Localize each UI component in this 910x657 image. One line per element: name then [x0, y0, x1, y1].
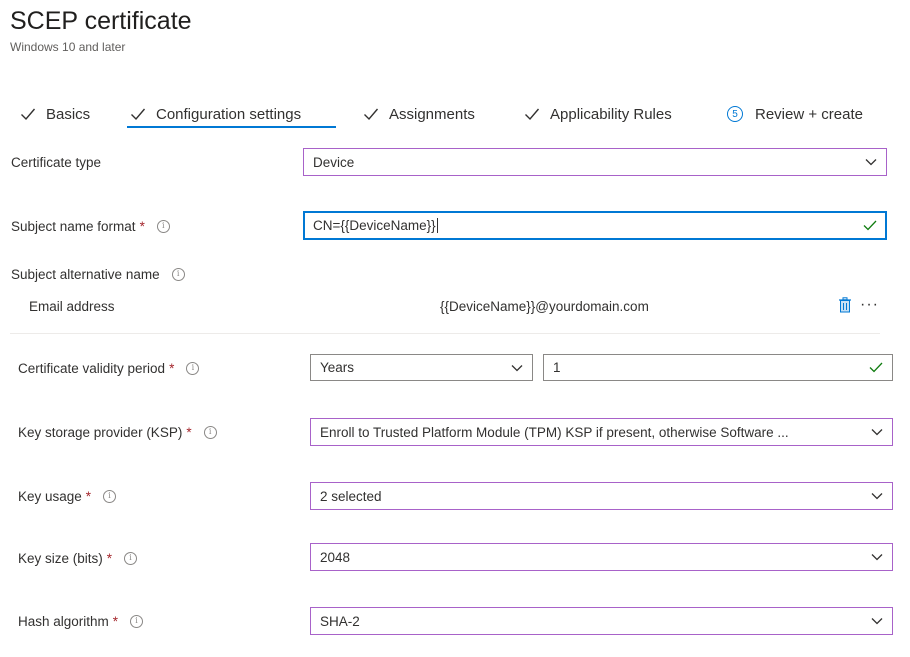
chevron-down-icon: [871, 554, 883, 561]
info-icon[interactable]: i: [171, 267, 185, 281]
page-subtitle: Windows 10 and later: [10, 40, 126, 54]
checkmark-icon: [869, 362, 883, 373]
more-options-button[interactable]: ···: [860, 297, 879, 313]
key-size-dropdown[interactable]: 2048: [310, 543, 893, 571]
tab-label: Assignments: [389, 105, 475, 123]
san-value: {{DeviceName}}@yourdomain.com: [440, 298, 649, 314]
certificate-type-dropdown[interactable]: Device: [303, 148, 887, 176]
info-icon[interactable]: i: [203, 425, 217, 439]
checkmark-icon: [525, 108, 540, 121]
san-attribute: Email address: [29, 298, 115, 314]
checkmark-icon: [21, 108, 36, 121]
tab-label: Basics: [46, 105, 91, 123]
ksp-label: Key storage provider (KSP) * i: [18, 423, 217, 441]
tab-applicability-rules[interactable]: Applicability Rules: [524, 101, 672, 127]
tab-assignments[interactable]: Assignments: [363, 101, 475, 127]
tab-review-create[interactable]: 5 Review + create: [727, 101, 863, 127]
subject-name-format-input[interactable]: CN={{DeviceName}}: [303, 211, 887, 240]
validity-value-input[interactable]: 1: [543, 354, 893, 381]
subject-alternative-name-label: Subject alternative name i: [11, 265, 185, 283]
chevron-down-icon: [871, 493, 883, 500]
key-size-value: 2048: [320, 549, 351, 565]
info-icon[interactable]: i: [156, 219, 170, 233]
validity-unit-dropdown[interactable]: Years: [310, 354, 533, 381]
page-title: SCEP certificate: [10, 7, 192, 35]
section-divider: [10, 333, 880, 334]
trash-icon[interactable]: [838, 297, 852, 313]
required-indicator: *: [139, 218, 145, 234]
tab-label: Configuration settings: [156, 105, 302, 123]
key-usage-value: 2 selected: [320, 488, 382, 504]
hash-algorithm-label: Hash algorithm * i: [18, 612, 144, 630]
text-cursor: [436, 218, 438, 234]
subject-name-format-value: CN={{DeviceName}}: [313, 217, 436, 233]
checkmark-icon: [131, 108, 146, 121]
chevron-down-icon: [871, 618, 883, 625]
checkmark-icon: [863, 220, 877, 231]
info-icon[interactable]: i: [130, 614, 144, 628]
chevron-down-icon: [511, 364, 523, 371]
key-usage-label: Key usage * i: [18, 487, 117, 505]
chevron-down-icon: [865, 159, 877, 166]
certificate-type-value: Device: [313, 154, 355, 170]
hash-algorithm-dropdown[interactable]: SHA-2: [310, 607, 893, 635]
tab-basics[interactable]: Basics: [20, 101, 90, 127]
tab-configuration-settings[interactable]: Configuration settings: [130, 101, 301, 127]
subject-name-format-label: Subject name format * i: [11, 217, 170, 235]
validity-value: 1: [553, 360, 561, 375]
checkmark-icon: [364, 108, 379, 121]
required-indicator: *: [169, 360, 175, 376]
required-indicator: *: [112, 613, 119, 629]
certificate-type-label: Certificate type: [11, 154, 102, 170]
info-icon[interactable]: i: [103, 489, 117, 503]
chevron-down-icon: [871, 429, 883, 436]
hash-algorithm-value: SHA-2: [320, 613, 360, 629]
key-usage-dropdown[interactable]: 2 selected: [310, 482, 893, 510]
required-indicator: *: [186, 424, 192, 440]
ksp-value: Enroll to Trusted Platform Module (TPM) …: [320, 424, 789, 440]
validity-period-label: Certificate validity period * i: [18, 359, 200, 377]
ksp-dropdown[interactable]: Enroll to Trusted Platform Module (TPM) …: [310, 418, 893, 446]
info-icon[interactable]: i: [124, 551, 138, 565]
validity-unit-value: Years: [320, 360, 355, 375]
required-indicator: *: [85, 488, 92, 504]
tab-label: Review + create: [755, 105, 863, 123]
info-icon[interactable]: i: [186, 361, 200, 375]
active-tab-indicator: [127, 126, 336, 128]
key-size-label: Key size (bits) * i: [18, 549, 138, 567]
step-number-icon: 5: [727, 106, 743, 122]
required-indicator: *: [106, 550, 113, 566]
tab-label: Applicability Rules: [550, 105, 672, 123]
